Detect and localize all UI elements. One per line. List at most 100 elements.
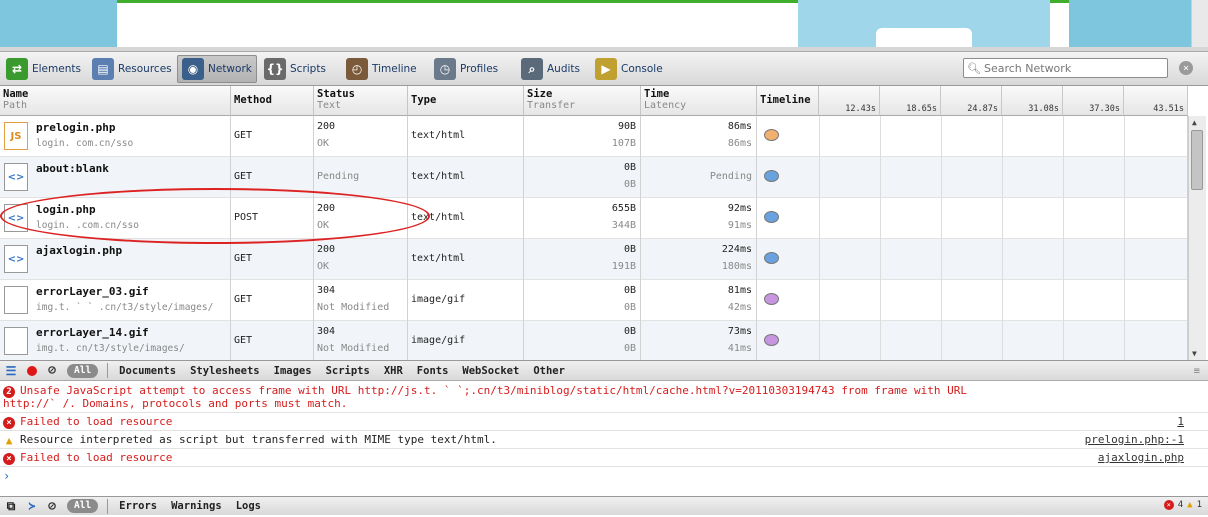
request-name[interactable]: about:blank xyxy=(36,162,109,175)
cell-name[interactable]: <> ajaxlogin.php xyxy=(0,239,231,280)
console-toggle-icon[interactable]: ≻ xyxy=(22,496,42,517)
request-row[interactable]: <> ajaxlogin.php GET 200 OK text/html 0B 191B 22… xyxy=(0,239,1188,280)
console-filter-warnings[interactable]: Warnings xyxy=(164,500,229,512)
timeline-gridline xyxy=(1124,239,1125,280)
cell-name[interactable]: JS prelogin.php login. com.cn/sso xyxy=(0,116,231,157)
column-title: Time xyxy=(644,88,670,100)
filter-fonts[interactable]: Fonts xyxy=(410,365,456,377)
request-name[interactable]: prelogin.php xyxy=(36,121,115,134)
timeline-gridline xyxy=(819,321,820,360)
scroll-up-icon[interactable]: ▲ xyxy=(1192,118,1197,127)
latency-value: 41ms xyxy=(727,343,752,354)
console-filter-all[interactable]: All xyxy=(67,499,99,513)
transfer-value: 191B xyxy=(611,261,636,272)
dock-icon[interactable]: ⧉ xyxy=(0,496,22,517)
cell-name[interactable]: <> about:blank xyxy=(0,157,231,198)
tab-scripts[interactable]: {} Scripts xyxy=(260,55,330,83)
filter-other[interactable]: Other xyxy=(526,365,572,377)
cell-time: 73ms 41ms xyxy=(641,321,757,360)
filter-websocket[interactable]: WebSocket xyxy=(455,365,526,377)
request-row[interactable]: errorLayer_03.gif img.t. ` ` .cn/t3/style… xyxy=(0,280,1188,321)
filter-xhr[interactable]: XHR xyxy=(377,365,410,377)
latency-value: 180ms xyxy=(721,261,752,272)
tab-resources[interactable]: ▤ Resources xyxy=(88,55,176,83)
tab-timeline[interactable]: ◴ Timeline xyxy=(342,55,421,83)
timeline-gridline xyxy=(1002,198,1003,239)
size-value: 0B xyxy=(623,244,636,255)
console-error-message[interactable]: × Failed to load resource 1 xyxy=(0,413,1208,431)
cell-name[interactable]: <> login.php login. .com.cn/sso xyxy=(0,198,231,239)
message-text-continued: http://` /. Domains, protocols and ports… xyxy=(3,397,348,410)
cell-name[interactable]: errorLayer_03.gif img.t. ` ` .cn/t3/style… xyxy=(0,280,231,321)
request-method: GET xyxy=(234,130,253,141)
request-row[interactable]: <> login.php login. .com.cn/sso POST 200 OK te… xyxy=(0,198,1188,239)
column-header-size[interactable]: Size Transfer xyxy=(524,86,641,116)
column-title: Type xyxy=(411,94,437,106)
console-warning-message[interactable]: ▲ Resource interpreted as script but tran… xyxy=(0,431,1208,449)
column-header-time[interactable]: Time Latency xyxy=(641,86,757,116)
console-filter-logs[interactable]: Logs xyxy=(229,500,268,512)
message-source-link[interactable]: ajaxlogin.php xyxy=(1098,451,1184,464)
message-source-link[interactable]: prelogin.php:-1 xyxy=(1085,433,1184,446)
tab-network[interactable]: ◉ Network xyxy=(177,55,257,83)
mime-type: image/gif xyxy=(411,294,466,305)
grid-scrollbar[interactable]: ▲ ▼ xyxy=(1188,116,1206,360)
tab-elements[interactable]: ⇄ Elements xyxy=(2,55,85,83)
search-placeholder: Search Network xyxy=(983,61,1072,75)
record-icon[interactable] xyxy=(22,360,42,381)
cell-type: text/html xyxy=(408,198,524,239)
request-path: img.t. ` ` .cn/t3/style/images/ xyxy=(36,302,214,313)
filter-scripts[interactable]: Scripts xyxy=(319,365,377,377)
timeline-gridline xyxy=(941,239,942,280)
filter-images[interactable]: Images xyxy=(267,365,319,377)
timeline-gridline xyxy=(1002,280,1003,321)
resize-handle-icon[interactable]: ≡ xyxy=(1194,365,1200,377)
tab-audits[interactable]: ⌕ Audits xyxy=(517,55,584,83)
request-method: GET xyxy=(234,171,253,182)
filter-all[interactable]: All xyxy=(67,363,99,378)
column-header-method[interactable]: Method xyxy=(231,86,314,116)
filter-stylesheets[interactable]: Stylesheets xyxy=(183,365,267,377)
cell-time: 86ms 86ms xyxy=(641,116,757,157)
console-error-message[interactable]: × Failed to load resource ajaxlogin.php xyxy=(0,449,1208,467)
mime-type: text/html xyxy=(411,212,466,223)
cell-name[interactable]: errorLayer_14.gif img.t. cn/t3/style/imag… xyxy=(0,321,231,360)
request-name[interactable]: errorLayer_14.gif xyxy=(36,326,149,339)
message-counts[interactable]: × 4 ▲ 1 xyxy=(1163,500,1202,510)
filter-documents[interactable]: Documents xyxy=(112,365,183,377)
page-scrollbar[interactable] xyxy=(1191,0,1208,47)
clear-console-icon[interactable]: ⊘ xyxy=(42,496,62,517)
search-network-input[interactable]: 🔍︎ Search Network xyxy=(963,58,1168,78)
request-row[interactable]: JS prelogin.php login. com.cn/sso GET 200 OK t… xyxy=(0,116,1188,157)
scroll-down-icon[interactable]: ▼ xyxy=(1192,349,1197,358)
tab-console[interactable]: ▶ Console xyxy=(591,55,667,83)
column-header-type[interactable]: Type xyxy=(408,86,524,116)
timeline-gridline xyxy=(1124,116,1125,157)
request-name[interactable]: login.php xyxy=(36,203,96,216)
console-prompt[interactable]: › xyxy=(0,467,1208,485)
network-icon: ◉ xyxy=(182,58,204,80)
clear-icon[interactable]: ⊘ xyxy=(42,360,62,381)
console-error-message[interactable]: 2 Unsafe JavaScript attempt to access fra… xyxy=(0,382,1208,413)
clear-search-icon[interactable]: × xyxy=(1179,61,1193,75)
column-header-timeline[interactable]: Timeline xyxy=(757,86,819,116)
message-source-link[interactable]: 1 xyxy=(1177,415,1184,428)
tab-label: Elements xyxy=(32,63,81,75)
scroll-thumb[interactable] xyxy=(1191,130,1203,190)
request-method: GET xyxy=(234,335,253,346)
column-header-name[interactable]: Name Path xyxy=(0,86,231,116)
request-name[interactable]: ajaxlogin.php xyxy=(36,244,122,257)
request-row[interactable]: errorLayer_14.gif img.t. cn/t3/style/imag… xyxy=(0,321,1188,360)
list-view-icon[interactable]: ☰ xyxy=(0,360,22,381)
mime-type: text/html xyxy=(411,171,466,182)
console-filter-errors[interactable]: Errors xyxy=(112,500,164,512)
column-header-status[interactable]: Status Text xyxy=(314,86,408,116)
latency-value: 91ms xyxy=(727,220,752,231)
request-name[interactable]: errorLayer_03.gif xyxy=(36,285,149,298)
request-row[interactable]: <> about:blank GET Pending text/html 0B 0B Pend… xyxy=(0,157,1188,198)
tab-label: Timeline xyxy=(372,63,417,75)
time-value: 81ms xyxy=(727,285,752,296)
tab-profiles[interactable]: ◷ Profiles xyxy=(430,55,502,83)
timeline-gridline xyxy=(1124,280,1125,321)
time-value: 86ms xyxy=(727,121,752,132)
